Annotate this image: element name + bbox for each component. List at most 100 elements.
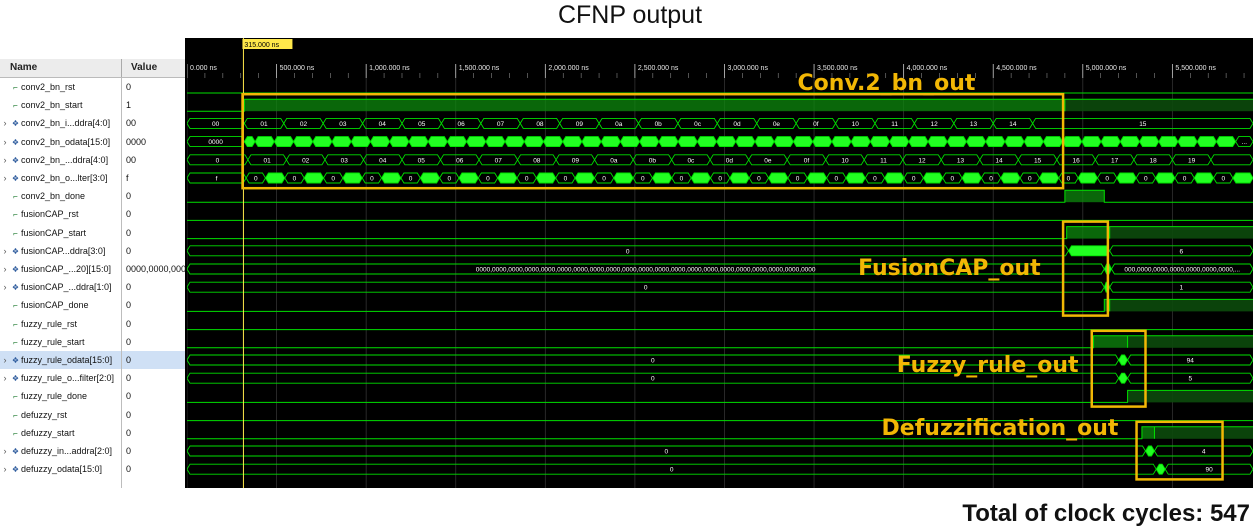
- signal-row[interactable]: › ❖ fusionCAP_...ddra[1:0]: [0, 278, 121, 296]
- signal-row[interactable]: › ❖ defuzzy_odata[15:0]: [0, 460, 121, 478]
- signal-row[interactable]: ⌐ fusionCAP_done: [0, 296, 121, 314]
- signal-name: defuzzy_start: [21, 427, 75, 438]
- signal-name: fusionCAP_start: [21, 227, 87, 238]
- expand-chevron-icon[interactable]: ›: [0, 442, 10, 460]
- wave-bus-segment: [485, 136, 506, 148]
- signal-row[interactable]: ⌐ conv2_bn_start: [0, 96, 121, 114]
- wave-high-fill: [1064, 190, 1105, 203]
- wave-bus-segment: [908, 136, 929, 148]
- wave-value-label: 03: [341, 157, 349, 164]
- wave-bus-segment: [927, 136, 948, 148]
- wave-value-label: 03: [339, 121, 347, 128]
- signal-row[interactable]: ⌐ defuzzy_start: [0, 424, 121, 442]
- column-divider[interactable]: [121, 59, 122, 77]
- signal-row[interactable]: › ❖ fusionCAP_...20][15:0]: [0, 260, 121, 278]
- wave-value-label: 08: [533, 157, 541, 164]
- signal-name: fusionCAP_done: [21, 300, 89, 311]
- signal-row[interactable]: › ❖ fuzzy_rule_o...filter[2:0]: [0, 369, 121, 387]
- signal-row[interactable]: › ❖ conv2_bn_o...lter[3:0]: [0, 169, 121, 187]
- signal-row[interactable]: › ❖ fusionCAP...ddra[3:0]: [0, 242, 121, 260]
- name-column-header[interactable]: Name: [10, 59, 110, 77]
- wave-value-label: 10: [841, 157, 849, 164]
- signal-row[interactable]: ⌐ fusionCAP_start: [0, 224, 121, 242]
- wave-bus-segment: [1038, 172, 1060, 184]
- wave-bus-segment: [922, 172, 944, 184]
- signal-value: 0: [126, 318, 132, 329]
- signal-row[interactable]: › ❖ defuzzy_in...addra[2:0]: [0, 442, 121, 460]
- wave-bus-segment: [869, 136, 891, 148]
- cursor-label: 315.000 ns: [244, 42, 279, 49]
- signal-name: conv2_bn_o...lter[3:0]: [21, 173, 108, 183]
- wave-bus-segment: [716, 136, 737, 148]
- signal-row[interactable]: ⌐ conv2_bn_done: [0, 187, 121, 205]
- wave-value-label: 07: [497, 121, 505, 128]
- wave-value-label: 0000: [208, 139, 223, 146]
- wave-value-label: 94: [1187, 358, 1195, 365]
- expand-chevron-icon[interactable]: ›: [0, 260, 10, 278]
- value-column-header[interactable]: Value: [131, 59, 181, 77]
- wave-bit-trace: [187, 335, 1253, 349]
- expand-chevron-icon[interactable]: ›: [0, 460, 10, 478]
- bus-signal-icon: ❖: [11, 119, 20, 129]
- expand-chevron-icon[interactable]: ›: [0, 278, 10, 296]
- signal-row[interactable]: ⌐ fuzzy_rule_rst: [0, 315, 121, 333]
- annotation-label: Fuzzy_rule_out: [896, 352, 1079, 378]
- wave-bus-segment: [312, 136, 333, 148]
- wave-value-label: 0: [873, 176, 877, 183]
- bit-signal-icon: ⌐: [13, 83, 18, 92]
- wave-value-label: 06: [456, 157, 464, 164]
- wave-value-label: 0f: [804, 157, 810, 164]
- wave-value-label: 0e: [764, 157, 772, 164]
- signal-name: fuzzy_rule_done: [21, 391, 88, 402]
- wave-value-label: 0: [626, 248, 630, 255]
- annotation-label: Conv.2_bn_out: [797, 71, 976, 97]
- wave-value-label: 5: [1188, 376, 1192, 383]
- signal-name: defuzzy_rst: [21, 409, 68, 420]
- signal-row[interactable]: › ❖ conv2_bn_odata[15:0]: [0, 133, 121, 151]
- wave-bus-segment: [254, 136, 275, 148]
- signal-row[interactable]: ⌐ conv2_bn_rst: [0, 78, 121, 96]
- wave-bus-segment: [523, 136, 545, 148]
- wave-bus-segment: [535, 172, 557, 184]
- wave-value-label: 0: [641, 176, 645, 183]
- bit-signal-icon: ⌐: [13, 337, 18, 347]
- signal-row[interactable]: ⌐ fuzzy_rule_done: [0, 387, 121, 405]
- wave-value-label: 0: [486, 176, 490, 183]
- signal-name: fuzzy_rule_odata[15:0]: [21, 355, 113, 365]
- expand-chevron-icon[interactable]: ›: [0, 242, 10, 260]
- wave-value-label: 0f: [813, 121, 819, 128]
- expand-chevron-icon[interactable]: ›: [0, 169, 10, 187]
- wave-bus-segment: [1193, 172, 1215, 184]
- wave-bus-segment: [884, 172, 905, 184]
- expand-chevron-icon[interactable]: ›: [0, 133, 10, 151]
- signal-row[interactable]: ⌐ fusionCAP_rst: [0, 205, 121, 223]
- signal-value: 0: [126, 282, 132, 293]
- bit-signal-icon: ⌐: [13, 228, 18, 238]
- signal-row[interactable]: ⌐ fuzzy_rule_start: [0, 333, 121, 351]
- wave-value-label: 0: [216, 157, 220, 164]
- signal-row[interactable]: › ❖ conv2_bn_...ddra[4:0]: [0, 151, 121, 169]
- signal-row[interactable]: › ❖ conv2_bn_i...ddra[4:0]: [0, 114, 121, 132]
- wave-bus-segment: [243, 136, 256, 148]
- ruler-tick-label: 2,000.000 ns: [548, 65, 589, 72]
- wave-bus-segment: [458, 172, 479, 184]
- signal-row[interactable]: ⌐ defuzzy_rst: [0, 406, 121, 424]
- ruler-tick-label: 2,500.000 ns: [638, 65, 679, 72]
- wave-high-fill: [1154, 426, 1253, 439]
- wave-bus-segment: [1118, 354, 1129, 366]
- wave-value-label: 0: [718, 176, 722, 183]
- bit-signal-icon: ⌐: [13, 319, 18, 329]
- signal-row[interactable]: › ❖ fuzzy_rule_odata[15:0]: [0, 351, 121, 370]
- signal-value: 0: [126, 427, 132, 438]
- signal-name: conv2_bn_done: [21, 191, 86, 202]
- signal-value: 0: [126, 227, 132, 238]
- expand-chevron-icon[interactable]: ›: [0, 351, 10, 369]
- expand-chevron-icon[interactable]: ›: [0, 369, 10, 387]
- wave-bus-segment: [768, 172, 789, 184]
- expand-chevron-icon[interactable]: ›: [0, 151, 10, 169]
- expand-chevron-icon[interactable]: ›: [0, 114, 10, 132]
- bus-signal-icon: ❖: [11, 137, 20, 147]
- wave-bus-segment: [542, 136, 564, 148]
- wave-bus-segment: [1062, 136, 1083, 148]
- bus-signal-icon: ❖: [11, 447, 20, 456]
